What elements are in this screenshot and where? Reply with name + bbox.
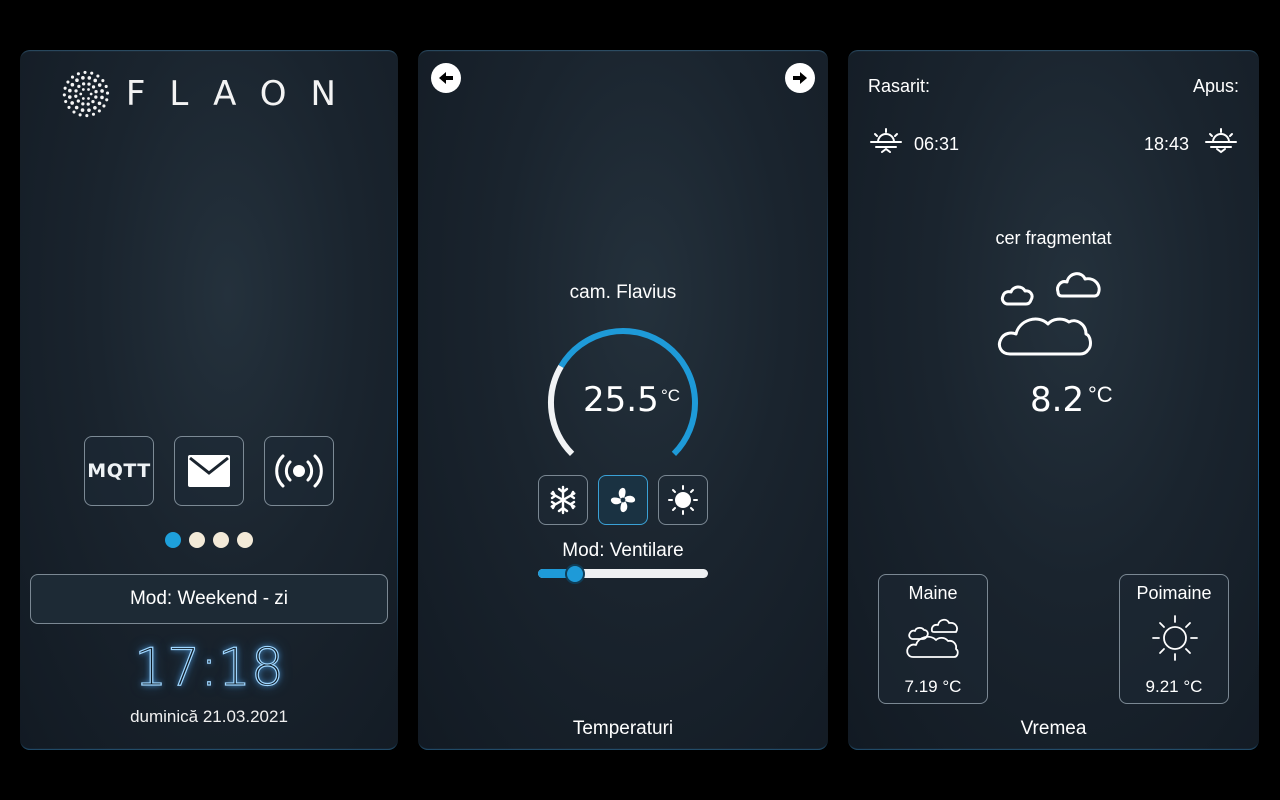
arrow-left-icon <box>439 72 453 84</box>
current-weather-temperature: 8.2 <box>1030 380 1085 420</box>
mode-cool-button[interactable] <box>538 475 588 525</box>
mail-button[interactable] <box>174 436 244 506</box>
broken-clouds-icon <box>997 272 1101 356</box>
temperature-unit: °C <box>661 386 681 405</box>
mqtt-label: MQTT <box>87 460 151 482</box>
current-weather-unit: °C <box>1088 382 1113 407</box>
schedule-mode-label: Mod: Weekend - zi <box>129 588 289 609</box>
forecast-tomorrow-card[interactable]: Maine 7.19 °C <box>878 574 988 704</box>
sunrise-label: Rasarit: <box>868 76 931 96</box>
slider-handle[interactable] <box>565 564 586 584</box>
broadcast-icon <box>275 454 323 488</box>
weather-panel: Rasarit: Apus: 06:31 18:43 cer fragmenta… <box>848 50 1259 750</box>
broadcast-button[interactable] <box>264 436 334 506</box>
prev-button[interactable] <box>431 63 461 93</box>
sun-icon <box>668 485 698 515</box>
forecast-day: Maine <box>908 583 958 603</box>
page-dot[interactable] <box>237 532 253 548</box>
weather-condition: cer fragmentat <box>995 228 1112 248</box>
forecast-temperature: 9.21 °C <box>1145 677 1203 696</box>
date: duminică 21.03.2021 <box>130 707 288 726</box>
page-dot[interactable] <box>189 532 205 548</box>
page-dot[interactable] <box>165 532 181 548</box>
sunset-label: Apus: <box>1192 76 1239 96</box>
fan-speed-slider[interactable] <box>538 564 708 584</box>
arrow-right-icon <box>793 72 807 84</box>
sunrise-icon <box>870 128 902 153</box>
envelope-icon <box>188 455 230 487</box>
room-name: cam. Flavius <box>569 282 677 303</box>
forecast-temperature: 7.19 °C <box>904 677 962 696</box>
clock: 17:18 <box>133 637 284 698</box>
mode-fan-button[interactable] <box>598 475 648 525</box>
next-button[interactable] <box>785 63 815 93</box>
cloudy-icon <box>906 618 959 658</box>
page-title: Vremea <box>1020 718 1087 739</box>
logo-text: FLAON <box>125 74 360 114</box>
fan-icon <box>610 487 636 513</box>
forecast-day: Poimaine <box>1136 583 1212 603</box>
mode-heat-button[interactable] <box>658 475 708 525</box>
schedule-mode-button[interactable]: Mod: Weekend - zi <box>30 574 388 624</box>
current-temperature: 25.5 <box>583 380 659 420</box>
sunset-time: 18:43 <box>1144 134 1190 154</box>
page-title: Temperaturi <box>572 718 674 739</box>
flaon-logo: FLAON <box>60 62 360 126</box>
mqtt-button[interactable]: MQTT <box>84 436 154 506</box>
snowflake-icon <box>550 485 576 515</box>
mode-label: Mod: Ventilare <box>562 540 684 561</box>
page-dot[interactable] <box>213 532 229 548</box>
thermostat-panel: cam. Flavius 25.5 °C Mod: Ventilare Temp… <box>418 50 828 750</box>
sun-icon <box>1152 615 1198 661</box>
page-indicator <box>165 532 253 548</box>
sunset-icon <box>1205 128 1237 154</box>
logo-dots-icon <box>62 70 110 118</box>
forecast-day-after-card[interactable]: Poimaine 9.21 °C <box>1119 574 1229 704</box>
sunrise-time: 06:31 <box>914 134 960 154</box>
home-panel: FLAON MQTT Mod: Weekend - zi 17:18 dumin… <box>20 50 398 750</box>
